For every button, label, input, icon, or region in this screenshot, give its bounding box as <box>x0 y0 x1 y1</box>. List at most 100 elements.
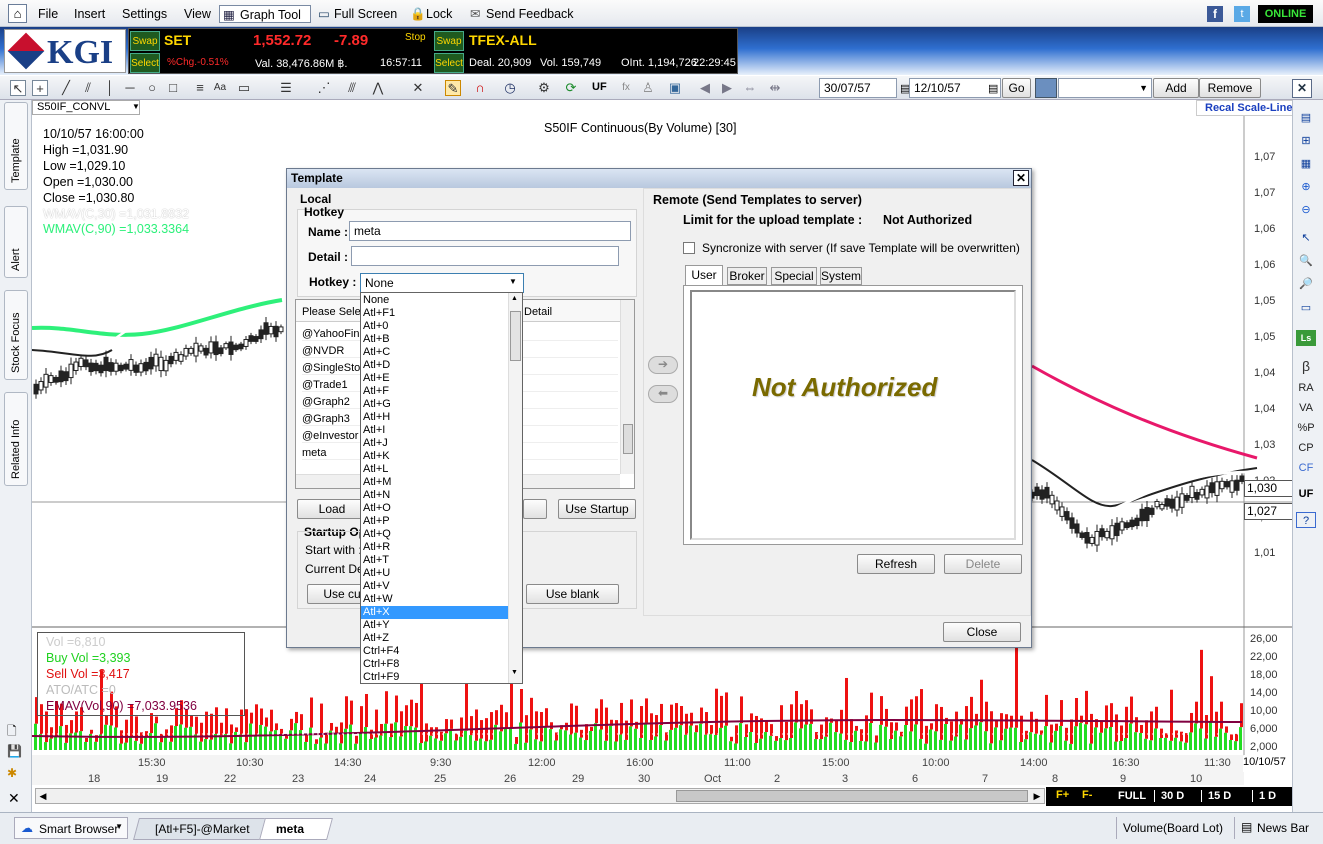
scroll-right-icon[interactable]: ▶ <box>1030 789 1044 803</box>
save-icon[interactable]: 💾 <box>7 744 22 758</box>
tab-template[interactable]: Template <box>4 102 28 190</box>
dropdown-scrollbar[interactable]: ▲ ▼ <box>508 293 522 683</box>
hotkey-option[interactable]: Atl+Y <box>361 619 508 632</box>
rectangle-tool-icon[interactable]: □ <box>165 80 181 96</box>
list-vscroll[interactable] <box>620 300 634 474</box>
hotkey-option[interactable]: Atl+B <box>361 333 508 346</box>
menu-view[interactable]: View <box>180 5 215 23</box>
add-indicator-icon[interactable]: ⊞ <box>1296 133 1316 149</box>
full-screen-button[interactable]: ▭ Full Screen <box>316 5 401 23</box>
cp-button[interactable]: CP <box>1296 440 1316 456</box>
tab-related-info[interactable]: Related Info <box>4 392 28 486</box>
star-icon[interactable]: ✱ <box>7 766 17 780</box>
close-chart-icon[interactable]: ✕ <box>1292 79 1312 98</box>
template-select[interactable]: ▼ <box>1058 78 1152 98</box>
chart-settings-icon[interactable]: ▦ <box>1296 156 1316 172</box>
hotkey-option[interactable]: Atl+E <box>361 372 508 385</box>
hotkey-option[interactable]: Atl+I <box>361 424 508 437</box>
hotkey-option[interactable]: Atl+K <box>361 450 508 463</box>
hotkey-option[interactable]: Atl+U <box>361 567 508 580</box>
hotkey-option[interactable]: Atl+F1 <box>361 307 508 320</box>
tfex-select-button[interactable]: Select <box>434 53 464 73</box>
hotkey-option[interactable]: Atl+O <box>361 502 508 515</box>
uf-side-button[interactable]: UF <box>1296 486 1316 502</box>
help-icon[interactable]: ? <box>1296 512 1316 528</box>
dropdown-down-icon[interactable]: ▼ <box>511 669 518 676</box>
color-picker-icon[interactable]: ▭ <box>236 80 252 96</box>
magnify-minus-icon[interactable]: 🔎 <box>1296 276 1316 292</box>
crosshair-icon[interactable]: + <box>32 80 48 96</box>
hotkey-option[interactable]: Ctrl+F9 <box>361 671 508 684</box>
news-bar-button[interactable]: ▤ News Bar <box>1234 817 1322 839</box>
person-icon[interactable]: ♙ <box>640 80 656 96</box>
sync-checkbox[interactable] <box>683 242 695 254</box>
hotkey-option[interactable]: Atl+Q <box>361 528 508 541</box>
expand-icon[interactable]: ⇔ <box>742 80 758 96</box>
hotkey-option[interactable]: Atl+V <box>361 580 508 593</box>
tab-user[interactable]: User <box>685 265 723 285</box>
date-from-input[interactable]: 30/07/57 <box>819 78 897 98</box>
hotkey-option[interactable]: Atl+0 <box>361 320 508 333</box>
use-startup-button[interactable]: Use Startup <box>558 499 636 519</box>
detail-input[interactable] <box>351 246 619 266</box>
zoom-plus-icon[interactable]: ⊕ <box>1296 179 1316 195</box>
tab-broker[interactable]: Broker <box>727 267 767 285</box>
symbol-chevron-icon[interactable]: ▼ <box>132 102 140 111</box>
image-icon[interactable]: ▣ <box>667 80 683 96</box>
circle-tool-icon[interactable]: ○ <box>144 80 160 96</box>
hotkey-dropdown-list[interactable]: None Atl+F1 Atl+0 Atl+B Atl+C Atl+D Atl+E Atl+F… <box>360 292 523 684</box>
cursor-mode-icon[interactable]: ↖ <box>1296 230 1316 246</box>
name-input[interactable]: meta <box>349 221 631 241</box>
va-button[interactable]: VA <box>1296 400 1316 416</box>
15d-button[interactable]: 15 D <box>1201 790 1231 802</box>
close-button[interactable]: Close <box>943 622 1021 642</box>
dialog-close-icon[interactable]: ✕ <box>1013 170 1029 186</box>
pencil-icon[interactable]: ✎ <box>445 80 461 96</box>
scroll-thumb[interactable] <box>676 790 1028 802</box>
settings-wheel-icon[interactable]: ⚙ <box>536 80 552 96</box>
chart-scrollbar[interactable]: ◀ ▶ <box>35 788 1045 804</box>
f-minus-button[interactable]: F- <box>1082 789 1092 801</box>
arrow-right-icon[interactable]: ▶ <box>719 80 735 96</box>
hotkey-option[interactable]: Atl+C <box>361 346 508 359</box>
scroll-left-icon[interactable]: ◀ <box>36 789 50 803</box>
pointer-icon[interactable]: ↖ <box>10 80 26 96</box>
text-tool-icon[interactable]: Aa <box>212 80 228 96</box>
hotkey-option[interactable]: None <box>361 294 508 307</box>
home-icon[interactable]: ⌂ <box>8 4 27 23</box>
facebook-icon[interactable]: f <box>1207 6 1223 22</box>
hotkey-option[interactable]: Atl+M <box>361 476 508 489</box>
close-icon[interactable]: ✕ <box>8 790 20 807</box>
hotkey-option[interactable]: Atl+L <box>361 463 508 476</box>
magnify-icon[interactable]: 🔍 <box>1296 253 1316 269</box>
hotkey-option[interactable]: Atl+N <box>361 489 508 502</box>
arrow-left-icon[interactable]: ◀ <box>697 80 713 96</box>
hotkey-option[interactable]: Atl+D <box>361 359 508 372</box>
list-vscroll-thumb[interactable] <box>623 424 633 454</box>
tab-system[interactable]: System <box>820 267 862 285</box>
line-tool-icon[interactable]: ╱ <box>58 80 74 96</box>
graph-tool-button[interactable]: ▦ Graph Tool <box>219 5 311 23</box>
full-button[interactable]: FULL <box>1118 790 1146 802</box>
smart-browser-button[interactable]: ☁ Smart Browser ▼ <box>14 817 128 839</box>
gann-fan-icon[interactable]: ⋰ <box>316 80 332 96</box>
cf-button[interactable]: CF <box>1296 460 1316 476</box>
fx-icon[interactable]: fx <box>618 80 634 96</box>
hotkey-option[interactable]: Ctrl+F8 <box>361 658 508 671</box>
ls-icon[interactable]: Ls <box>1296 330 1316 346</box>
delete-button[interactable]: Delete <box>944 554 1022 574</box>
parallel-line-icon[interactable]: ⫽ <box>80 80 96 96</box>
hotkey-option[interactable]: Atl+H <box>361 411 508 424</box>
hotkey-option[interactable]: Atl+R <box>361 541 508 554</box>
collapse-icon[interactable]: ⇹ <box>767 80 783 96</box>
volume-board-lot[interactable]: Volume(Board Lot) <box>1116 817 1232 839</box>
ra-button[interactable]: RA <box>1296 380 1316 396</box>
fibonacci-icon[interactable]: ≡ <box>192 80 208 96</box>
pattern-tool-icon[interactable]: ⋀ <box>370 80 386 96</box>
tab-stock-focus[interactable]: Stock Focus <box>4 290 28 380</box>
zoom-minus-icon[interactable]: ⊖ <box>1296 202 1316 218</box>
vertical-line-icon[interactable]: │ <box>102 80 118 96</box>
use-blank-button[interactable]: Use blank <box>526 584 619 604</box>
tab-special[interactable]: Special <box>771 267 817 285</box>
go-button[interactable]: Go <box>1002 78 1031 98</box>
